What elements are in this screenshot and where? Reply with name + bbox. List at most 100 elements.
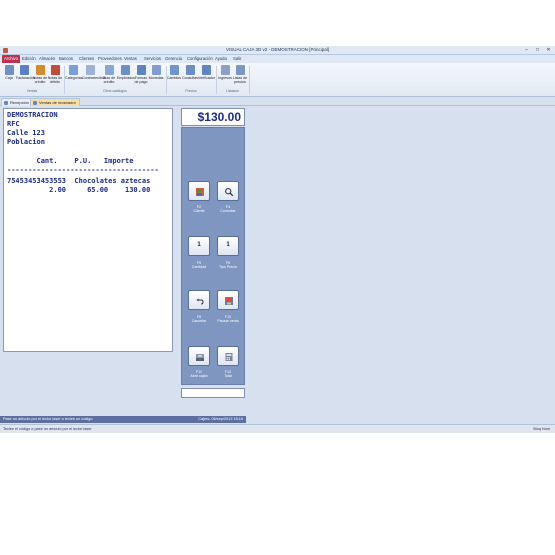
- message-bar-filler: [246, 416, 555, 423]
- menu-tab-proveedores[interactable]: Proveedores: [96, 55, 124, 63]
- menu-tab-clientes[interactable]: Clientes: [77, 55, 96, 63]
- invoice-icon: [19, 65, 29, 75]
- ribbon-group-otros-catalogos: Otros catálogos: [103, 89, 127, 93]
- document-tabs: Recepción Ventas de mostrador: [0, 97, 555, 106]
- total-key-button[interactable]: [217, 346, 239, 366]
- receipt-panel: DEMOSTRACION RFC Calle 123 Poblacion Can…: [3, 108, 173, 352]
- price-type-key-label: F6 Tipo Precio: [218, 261, 238, 270]
- barcode-input[interactable]: [181, 388, 245, 398]
- calendar-icon: [104, 65, 114, 75]
- ribbon-formas-pago-button[interactable]: Formas de pago: [133, 65, 149, 84]
- menu-tab-salir[interactable]: Salir: [231, 55, 243, 63]
- receipt-company-name: DEMOSTRACION: [7, 111, 58, 119]
- maximize-icon[interactable]: □: [533, 47, 542, 53]
- pause-sale-icon: [225, 297, 233, 305]
- menu-bar: Archivo Edición Almacén Bancos Clientes …: [0, 55, 555, 63]
- ribbon-group-ventas: Ventas: [26, 89, 38, 93]
- price-checker-icon: [201, 65, 211, 75]
- undo-icon: [196, 298, 204, 305]
- status-bar: Teclee el código o pase un artículo por …: [0, 424, 555, 433]
- coins-icon: [151, 65, 161, 75]
- cash-drawer-icon: [196, 354, 204, 361]
- pause-sale-key-label: F10 Pausar venta: [217, 315, 239, 324]
- tab-recepcion[interactable]: Recepción: [1, 98, 33, 106]
- ribbon-caja-button[interactable]: Caja: [1, 65, 17, 80]
- income-report-icon: [220, 65, 230, 75]
- ribbon-consultas-button[interactable]: Consultas: [182, 65, 198, 80]
- open-drawer-key-label: F11 Abrir cajón: [190, 370, 208, 379]
- customer-key-button[interactable]: [188, 181, 210, 201]
- total-icon: [225, 353, 233, 361]
- ribbon-listas-precios-button[interactable]: Listas de precios: [232, 65, 248, 84]
- consult-key-button[interactable]: [217, 181, 239, 201]
- pause-sale-key-button[interactable]: [217, 290, 239, 310]
- receipts-icon: [85, 65, 95, 75]
- menu-tab-servicios[interactable]: Servicios: [142, 55, 163, 63]
- receipt-rfc: RFC: [7, 120, 20, 128]
- menu-tab-archivo[interactable]: Archivo: [2, 55, 20, 63]
- scan-prompt-message: Pase un artículo por el lector laser o t…: [3, 417, 93, 421]
- tab-ventas-mostrador[interactable]: Ventas de mostrador: [30, 98, 80, 106]
- cancel-key-label: F8 Cancelar: [191, 315, 207, 324]
- ribbon-group-listados: Listados: [226, 89, 239, 93]
- menu-tab-edicion[interactable]: Edición: [20, 55, 38, 63]
- ribbon-contrarrecibos-button[interactable]: Contrarrecibos: [82, 65, 106, 80]
- cashier-datetime: Cajero, 06/sep/2012 18:16: [198, 417, 243, 421]
- menu-tab-configuracion[interactable]: Configuración: [185, 55, 215, 63]
- application-window: VISUAL CAJA 3D v2 - DEMOSTRACION [Princi…: [0, 46, 555, 433]
- customer-key-label: F2 Cliente: [193, 205, 205, 214]
- categories-icon: [68, 65, 78, 75]
- employees-icon: [120, 65, 130, 75]
- ribbon-toolbar: Caja Facturación Notas de crédito Notas …: [0, 63, 555, 97]
- open-drawer-key-button[interactable]: [188, 346, 210, 366]
- price-change-icon: [169, 65, 179, 75]
- total-key-label: F12 Total: [224, 370, 232, 379]
- menu-tab-gerencia[interactable]: Gerencia: [163, 55, 184, 63]
- menu-tab-almacen[interactable]: Almacén: [37, 55, 57, 63]
- cash-register-icon: [4, 65, 14, 75]
- menu-tab-ayuda[interactable]: Ayuda: [213, 55, 229, 63]
- ribbon-group-precios: Precios: [185, 89, 197, 93]
- receipt-item-amounts: 2.00 65.00 130.00: [7, 186, 151, 194]
- quantity-key-button[interactable]: 1: [188, 236, 210, 256]
- search-icon: [225, 188, 234, 197]
- cancel-key-button[interactable]: [188, 290, 210, 310]
- debit-note-icon: [50, 65, 60, 75]
- sale-total: $130.00: [181, 108, 245, 126]
- receipt-item-description: 75453453453553 Chocolates aztecas: [7, 177, 151, 185]
- receipt-divider: ------------------------------------: [7, 166, 159, 174]
- message-bar: Pase un artículo por el lector laser o t…: [0, 416, 246, 423]
- ribbon-notas-debito-button[interactable]: Notas de débito: [47, 65, 63, 84]
- price-query-icon: [185, 65, 195, 75]
- numlock-indicator: Bloq Num: [533, 427, 550, 431]
- ribbon-dias-credito-button[interactable]: Días de crédito: [101, 65, 117, 84]
- ribbon-ingresos-button[interactable]: Ingresos: [217, 65, 233, 80]
- ribbon-monedas-button[interactable]: Monedas: [148, 65, 164, 80]
- document-icon: [33, 101, 37, 105]
- receipt-column-headers: Cant. P.U. Importe: [7, 157, 134, 165]
- ribbon-cambios-button[interactable]: Cambios: [166, 65, 182, 80]
- receipt-city: Poblacion: [7, 138, 45, 146]
- payment-icon: [136, 65, 146, 75]
- quantity-key-label: F5 Cantidad: [191, 261, 207, 270]
- ribbon-separator: [249, 66, 250, 94]
- ribbon-verificador-button[interactable]: Verificador: [198, 65, 215, 80]
- ribbon-notas-credito-button[interactable]: Notas de crédito: [32, 65, 48, 84]
- status-hint: Teclee el código o pase un artículo por …: [3, 427, 92, 431]
- credit-note-icon: [35, 65, 45, 75]
- ribbon-facturacion-button[interactable]: Facturación: [16, 65, 35, 80]
- pos-function-keypad: F2 Cliente F4 Consultar 1 1 F5 Cantidad F6 T…: [181, 127, 245, 385]
- minimize-icon[interactable]: –: [522, 47, 531, 53]
- window-title: VISUAL CAJA 3D v2 - DEMOSTRACION [Princi…: [225, 47, 330, 52]
- menu-tab-bancos[interactable]: Bancos: [57, 55, 75, 63]
- ribbon-empleados-button[interactable]: Empleados: [117, 65, 135, 80]
- title-bar: VISUAL CAJA 3D v2 - DEMOSTRACION [Princi…: [0, 46, 555, 55]
- price-type-key-button[interactable]: 1: [217, 236, 239, 256]
- ribbon-categorias-button[interactable]: Categorías: [65, 65, 83, 80]
- price-type-key-value: 1: [226, 242, 230, 248]
- close-icon[interactable]: ✕: [544, 47, 553, 53]
- window-controls: – □ ✕: [522, 47, 553, 53]
- consult-key-label: F4 Consultar: [220, 205, 236, 214]
- price-list-icon: [235, 65, 245, 75]
- menu-tab-ventas[interactable]: Ventas: [122, 55, 139, 63]
